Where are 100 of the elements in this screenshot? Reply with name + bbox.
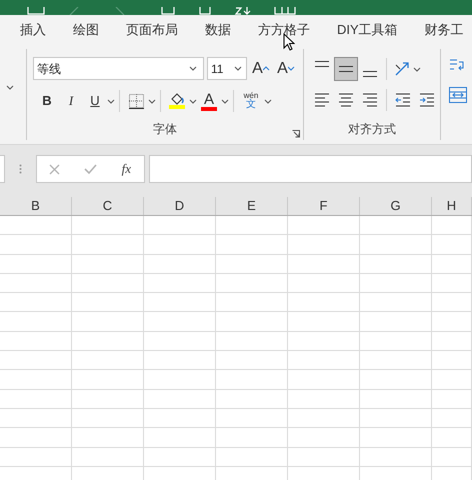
grid-cell[interactable] — [0, 235, 72, 255]
grid-cell[interactable] — [0, 332, 72, 352]
column-header[interactable]: E — [216, 197, 288, 215]
column-header[interactable]: F — [288, 197, 360, 215]
column-header[interactable]: H — [432, 197, 472, 215]
grid-cell[interactable] — [432, 293, 472, 312]
column-header[interactable]: C — [72, 197, 144, 215]
grid-cell[interactable] — [216, 408, 288, 428]
grid-cell[interactable] — [432, 332, 472, 352]
grid-cell[interactable] — [216, 274, 288, 294]
grid-cell[interactable] — [0, 370, 72, 390]
grid-cell[interactable] — [0, 254, 72, 274]
grid-cell[interactable] — [72, 448, 144, 467]
grid-cell[interactable] — [144, 235, 216, 255]
grid-cell[interactable] — [432, 254, 472, 274]
ribbon-tab[interactable]: 方方格子 — [258, 20, 310, 40]
ribbon-tab[interactable]: DIY工具箱 — [337, 20, 398, 40]
ribbon-tab[interactable]: 财务工 — [424, 20, 464, 40]
grid-cell[interactable] — [360, 448, 432, 467]
grid-cell[interactable] — [432, 235, 472, 255]
grid-cell[interactable] — [432, 351, 472, 370]
grid-cell[interactable] — [144, 216, 216, 236]
grid-cell[interactable] — [432, 408, 472, 428]
column-header[interactable]: B — [0, 197, 72, 215]
grid-cell[interactable] — [216, 428, 288, 448]
grid-cell[interactable] — [288, 274, 360, 294]
middle-align-button[interactable] — [334, 57, 358, 81]
grid-cell[interactable] — [360, 428, 432, 448]
grid-cell[interactable] — [216, 293, 288, 312]
grid-cell[interactable] — [432, 312, 472, 332]
checkmark-icon[interactable] — [84, 164, 97, 174]
ribbon-tab[interactable]: 绘图 — [73, 20, 99, 40]
grid-cell[interactable] — [216, 390, 288, 409]
grid-cell[interactable] — [360, 408, 432, 428]
grid-cell[interactable] — [216, 254, 288, 274]
grid-cell[interactable] — [216, 312, 288, 332]
grid-cell[interactable] — [144, 351, 216, 370]
grid-cell[interactable] — [360, 312, 432, 332]
ribbon-tab[interactable]: 数据 — [205, 20, 231, 40]
column-header[interactable]: G — [360, 197, 432, 215]
grid-cell[interactable] — [360, 370, 432, 390]
grid-cell[interactable] — [432, 274, 472, 294]
grid-cell[interactable] — [72, 370, 144, 390]
grid-cell[interactable] — [360, 351, 432, 370]
grid-cell[interactable] — [216, 351, 288, 370]
grid-cell[interactable] — [216, 370, 288, 390]
grid-cell[interactable] — [288, 448, 360, 467]
grid-cell[interactable] — [0, 216, 72, 236]
grid-cell[interactable] — [432, 216, 472, 236]
merge-cells-icon[interactable] — [449, 87, 467, 103]
grid-cell[interactable] — [288, 428, 360, 448]
formula-input[interactable] — [149, 155, 472, 183]
grid-cell[interactable] — [72, 428, 144, 448]
grid-cell[interactable] — [288, 370, 360, 390]
grid-cell[interactable] — [144, 448, 216, 467]
wrap-text-icon[interactable] — [449, 57, 465, 73]
grid-cell[interactable] — [432, 428, 472, 448]
grid-cell[interactable] — [360, 293, 432, 312]
grid-cell[interactable] — [144, 428, 216, 448]
grid-cell[interactable] — [0, 274, 72, 294]
grow-font-button[interactable]: A — [250, 58, 272, 80]
grid-cell[interactable] — [72, 235, 144, 255]
grid-cell[interactable] — [0, 408, 72, 428]
phonetic-button[interactable]: wén 文 — [238, 90, 264, 112]
grid-cell[interactable] — [144, 408, 216, 428]
grid-cell[interactable] — [144, 254, 216, 274]
grid-cell[interactable] — [144, 312, 216, 332]
font-name-dropdown[interactable]: 等线 — [33, 57, 204, 80]
grid-cell[interactable] — [360, 254, 432, 274]
grid-cell[interactable] — [360, 332, 432, 352]
bold-button[interactable]: B — [35, 90, 59, 112]
grid-cell[interactable] — [288, 390, 360, 409]
grid-cell[interactable] — [72, 274, 144, 294]
ribbon-tab[interactable]: 页面布局 — [126, 20, 178, 40]
font-color-button[interactable]: A — [197, 90, 221, 112]
insert-function-button[interactable]: fx — [120, 158, 132, 180]
grid-cell[interactable] — [216, 235, 288, 255]
grid-cell[interactable] — [360, 274, 432, 294]
grid-cell[interactable] — [360, 235, 432, 255]
underline-button[interactable]: U — [83, 90, 107, 112]
grid-cell[interactable] — [288, 408, 360, 428]
grid-cell[interactable] — [72, 254, 144, 274]
grid-cell[interactable] — [288, 293, 360, 312]
grid-cell[interactable] — [216, 332, 288, 352]
grid-cell[interactable] — [144, 274, 216, 294]
drag-handle-icon[interactable] — [19, 164, 22, 174]
name-box[interactable] — [0, 155, 5, 183]
font-size-dropdown[interactable]: 11 — [207, 57, 247, 80]
grid-cell[interactable] — [288, 312, 360, 332]
grid-cell[interactable] — [144, 332, 216, 352]
grid-cell[interactable] — [216, 448, 288, 467]
save-icon[interactable] — [26, 7, 46, 15]
grid-cell[interactable] — [216, 216, 288, 236]
grid-cell[interactable] — [288, 216, 360, 236]
grid-cell[interactable] — [72, 408, 144, 428]
grid-cell[interactable] — [144, 293, 216, 312]
sort-icon[interactable] — [234, 7, 252, 15]
grid-cell[interactable] — [72, 351, 144, 370]
column-header[interactable]: D — [144, 197, 216, 215]
grid-cell[interactable] — [0, 448, 72, 467]
